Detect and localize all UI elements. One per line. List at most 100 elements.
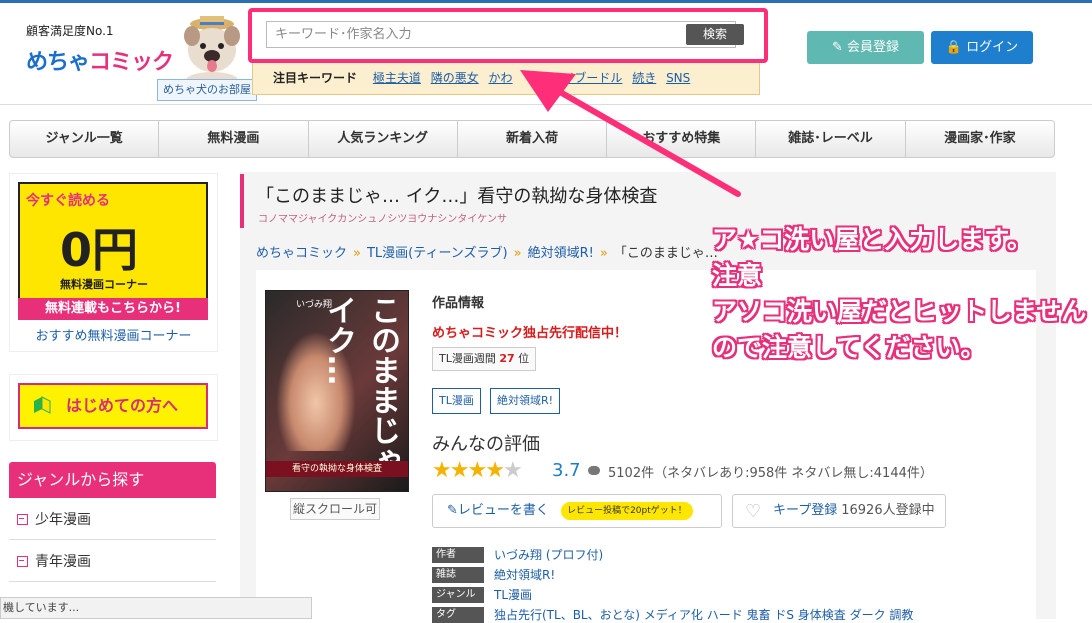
review-count[interactable]: 5102件（ネタバレあり:958件 ネタバレ無し:4144件） xyxy=(608,462,933,481)
meta-value-link[interactable]: 独占先行(TL、BL、おとな) メディア化 ハード 鬼畜 ドS 身体検査 ダーク… xyxy=(494,608,913,622)
genre-item[interactable]: 少年漫画 xyxy=(9,500,216,540)
page-title: 「このままじゃ… イク…」看守の執拗な身体検査 xyxy=(256,186,658,207)
genre-label: 少年漫画 xyxy=(35,512,91,528)
header-divider xyxy=(0,104,1092,105)
annotation-note: ア★コ洗い屋と入力します。 注意 アソコ洗い屋だとヒットしません ので注意してく… xyxy=(712,222,1086,366)
login-button[interactable]: 🔒 ログイン xyxy=(931,31,1033,64)
rating-score: 3.7 xyxy=(552,460,581,481)
rank-suffix: 位 xyxy=(518,352,530,365)
free-banner-sub: 無料漫画コーナー xyxy=(60,278,148,291)
empty-star-icon: ★ xyxy=(502,458,523,483)
meta-value-link[interactable]: 絶対領域R! xyxy=(494,568,555,582)
write-review-label: レビューを書く xyxy=(457,503,549,518)
annotation-line: ので注意してください。 xyxy=(712,333,986,362)
keyword-link[interactable]: 極主夫道 xyxy=(373,71,421,85)
cover-subtitle: 看守の執拗な身体検査 xyxy=(266,461,408,477)
keep-label: キープ登録 xyxy=(773,503,838,518)
tag-tl[interactable]: TL漫画 xyxy=(432,388,481,414)
meta-label: タグ xyxy=(432,607,484,623)
free-banner-top: 今すぐ読める xyxy=(26,193,110,209)
pencil-icon: ✎ xyxy=(447,503,458,518)
login-label: ログイン xyxy=(966,40,1019,55)
first-time-label: はじめての方へ xyxy=(66,396,179,415)
rating-heading: みんなの評価 xyxy=(432,434,540,455)
free-banner-strip: 無料連載もこちらから! xyxy=(18,298,208,320)
half-star-icon: ★ xyxy=(485,458,505,483)
genre-heading: ジャンルから探す xyxy=(9,462,216,498)
nav-recommended[interactable]: おすすめ特集 xyxy=(607,121,757,157)
info-heading: 作品情報 xyxy=(432,296,485,311)
breadcrumb-separator-icon: » xyxy=(513,246,522,261)
comment-icon xyxy=(588,466,600,475)
meta-value-link[interactable]: いづみ翔 (プロフ付) xyxy=(494,548,603,562)
title-accent-bar xyxy=(240,174,244,228)
meta-label: ジャンル xyxy=(432,587,484,603)
rank-number: 27 xyxy=(499,352,515,365)
title-kana: コノママジャイクカンシュノシツヨウナシンタイケンサ xyxy=(258,214,507,225)
meta-row-magazine: 雑誌 絶対領域R! xyxy=(432,567,555,583)
breadcrumb-current: 「このままじゃ… xyxy=(613,246,718,261)
mascot-dog-icon[interactable] xyxy=(172,14,250,86)
star-rating: ★★★★★ xyxy=(432,458,523,483)
keyword-link[interactable]: 隣の悪女 xyxy=(431,71,479,85)
keep-count: 16926人登録中 xyxy=(841,503,935,518)
nav-ranking[interactable]: 人気ランキング xyxy=(309,121,458,157)
annotation-line: アソコ洗い屋だとヒットしません xyxy=(712,297,1087,326)
heart-icon: ♡ xyxy=(745,501,762,522)
edit-icon: ✎ xyxy=(831,40,847,55)
first-time-box: はじめての方へ xyxy=(9,374,218,441)
write-review-button[interactable]: ✎レビューを書く レビュー投稿で20ptゲット！ xyxy=(432,494,722,528)
keyword-link[interactable]: かわ xyxy=(489,71,513,85)
register-button[interactable]: ✎ 会員登録 xyxy=(807,31,924,64)
site-logo[interactable]: めちゃコミック xyxy=(26,44,174,76)
beginner-leaf-icon xyxy=(34,396,51,414)
meta-row-genre: ジャンル TL漫画 xyxy=(432,587,532,603)
weekly-rank-badge: TL漫画週間 27 位 xyxy=(432,347,537,371)
arrow-box-icon xyxy=(17,556,28,567)
keep-button[interactable]: ♡ キープ登録 16926人登録中 xyxy=(732,494,946,528)
browser-status-bar: 機しています... xyxy=(0,597,312,619)
search-input[interactable]: キーワード･作家名入力 xyxy=(266,21,736,48)
meta-label: 作者 xyxy=(432,547,484,563)
nav-magazines[interactable]: 雑誌･レーベル xyxy=(756,121,906,157)
star-icon: ★ xyxy=(467,458,487,483)
free-manga-link[interactable]: おすすめ無料漫画コーナー xyxy=(10,325,217,344)
meta-row-author: 作者 いづみ翔 (プロフ付) xyxy=(432,547,603,563)
free-manga-banner[interactable]: 今すぐ読める 0円 無料漫画コーナー 無料連載もこちらから! xyxy=(18,182,208,320)
tag-label[interactable]: 絶対領域R! xyxy=(490,388,561,414)
first-time-banner[interactable]: はじめての方へ xyxy=(18,383,208,429)
brand-tagline: 顧客満足度No.1 xyxy=(26,24,114,38)
lock-icon: 🔒 xyxy=(945,40,967,55)
meta-value-link[interactable]: TL漫画 xyxy=(494,588,532,602)
register-label: 会員登録 xyxy=(847,40,900,55)
mascot-room-link[interactable]: めちゃ犬のお部屋 xyxy=(157,79,257,101)
scroll-tag: 縦スクロール可 xyxy=(290,498,380,520)
free-manga-box: 今すぐ読める 0円 無料漫画コーナー 無料連載もこちらから! おすすめ無料漫画コ… xyxy=(9,173,218,352)
nav-free-manga[interactable]: 無料漫画 xyxy=(159,121,309,157)
keyword-link[interactable]: SNS xyxy=(666,71,690,85)
rank-prefix: TL漫画週間 xyxy=(439,352,496,365)
breadcrumb-separator-icon: » xyxy=(599,246,608,261)
free-banner-big: 0円 xyxy=(60,223,139,277)
breadcrumb: めちゃコミック » TL漫画(ティーンズラブ) » 絶対領域R! » 「このままじゃ… xyxy=(256,242,718,261)
nav-authors[interactable]: 漫画家･作家 xyxy=(906,121,1054,157)
genre-item[interactable]: 青年漫画 xyxy=(9,542,216,582)
nav-genre-list[interactable]: ジャンル一覧 xyxy=(10,121,160,157)
breadcrumb-link[interactable]: TL漫画(ティーンズラブ) xyxy=(367,246,508,261)
main-nav: ジャンル一覧 無料漫画 人気ランキング 新着入荷 おすすめ特集 雑誌･レーベル … xyxy=(9,120,1055,158)
breadcrumb-link[interactable]: 絶対領域R! xyxy=(528,246,594,261)
meta-label: 雑誌 xyxy=(432,567,484,583)
meta-row-tags: タグ 独占先行(TL、BL、おとな) メディア化 ハード 鬼畜 ドS 身体検査 ダ… xyxy=(432,607,913,623)
star-icon: ★ xyxy=(432,458,452,483)
breadcrumb-separator-icon: » xyxy=(353,246,361,261)
keyword-link[interactable]: 続き xyxy=(632,71,656,85)
cover-image[interactable]: いづみ翔 このままじゃ イク… 看守の執拗な身体検査 xyxy=(265,290,409,492)
annotation-line: ア★コ洗い屋と入力します。 xyxy=(712,225,1032,254)
search-button[interactable]: 検索 xyxy=(686,24,744,45)
keyword-link[interactable]: イブードル xyxy=(562,71,622,85)
keyword-title: 注目キーワード xyxy=(273,71,358,85)
arrow-box-icon xyxy=(17,514,28,525)
top-accent-line xyxy=(0,0,1092,3)
nav-new-arrivals[interactable]: 新着入荷 xyxy=(458,121,608,157)
breadcrumb-link[interactable]: めちゃコミック xyxy=(256,246,347,261)
